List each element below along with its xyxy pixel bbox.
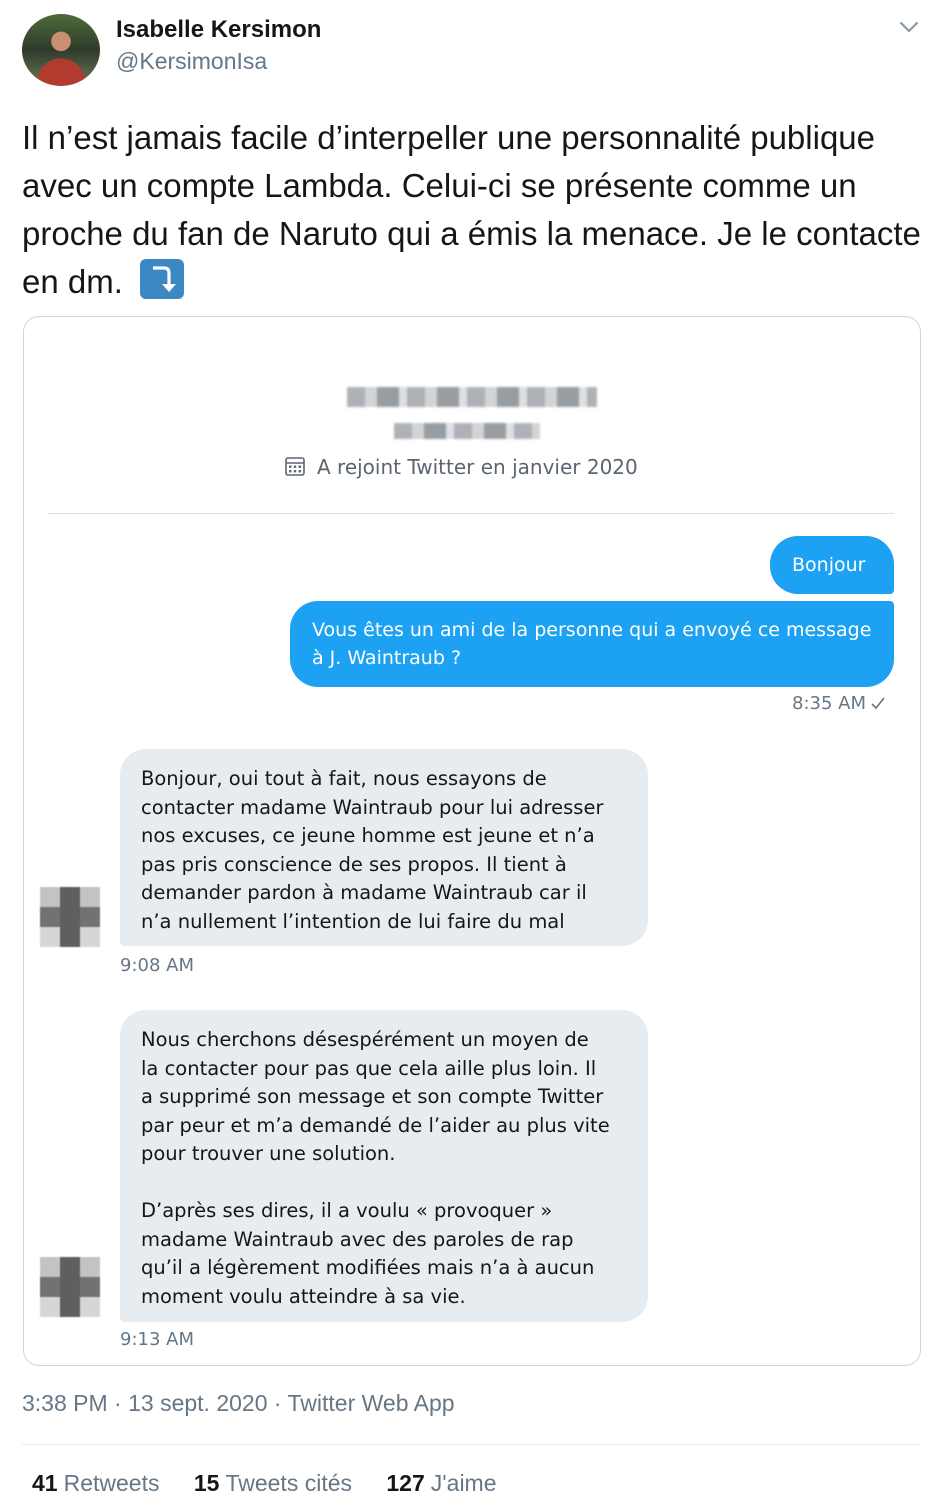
engagement-stats: 41 Retweets 15 Tweets cités 127 J'aime bbox=[32, 1470, 525, 1497]
likes-stat[interactable]: 127 J'aime bbox=[386, 1470, 496, 1497]
divider bbox=[22, 1444, 920, 1445]
message-out-text: Bonjour bbox=[792, 554, 866, 576]
retweets-stat[interactable]: 41 Retweets bbox=[32, 1470, 159, 1497]
joined-date: A rejoint Twitter en janvier 2020 bbox=[317, 455, 638, 479]
message-time: 8:35 AM bbox=[792, 693, 886, 714]
retweets-label: Retweets bbox=[63, 1470, 160, 1496]
blurred-name bbox=[347, 387, 597, 407]
tweet-meta[interactable]: 3:38 PM · 13 sept. 2020 · Twitter Web Ap… bbox=[22, 1390, 455, 1417]
message-time: 9:08 AM bbox=[120, 955, 194, 976]
chevron-down-icon[interactable] bbox=[896, 14, 922, 40]
calendar-icon bbox=[285, 457, 305, 476]
author-handle[interactable]: @KersimonIsa bbox=[116, 48, 267, 75]
message-time-text: 8:35 AM bbox=[792, 693, 866, 714]
check-icon bbox=[871, 697, 885, 710]
quotes-count: 15 bbox=[193, 1470, 220, 1496]
attached-image[interactable]: A rejoint Twitter en janvier 2020 Bonjou… bbox=[23, 316, 921, 1366]
retweets-count: 41 bbox=[32, 1470, 58, 1496]
right-arrow-curving-down-icon bbox=[140, 259, 185, 299]
blurred-avatar bbox=[40, 1257, 100, 1317]
message-in-text: Bonjour, oui tout à fait, nous essayons … bbox=[141, 767, 604, 933]
author-avatar[interactable] bbox=[22, 14, 100, 86]
tweet-text: Il n’est jamais facile d’interpeller une… bbox=[22, 114, 927, 306]
message-in: Nous cherchons désespérément un moyen de… bbox=[120, 1010, 648, 1322]
message-in: Bonjour, oui tout à fait, nous essayons … bbox=[120, 749, 648, 946]
message-out: Vous êtes un ami de la personne qui a en… bbox=[290, 601, 894, 687]
blurred-handle bbox=[394, 423, 540, 439]
author-name[interactable]: Isabelle Kersimon bbox=[116, 16, 321, 44]
likes-count: 127 bbox=[386, 1470, 425, 1496]
blurred-avatar bbox=[40, 887, 100, 947]
likes-label: J'aime bbox=[430, 1470, 497, 1496]
message-out: Bonjour bbox=[770, 536, 894, 594]
message-out-text: Vous êtes un ami de la personne qui a en… bbox=[312, 619, 872, 669]
quotes-label: Tweets cités bbox=[225, 1470, 352, 1496]
quote-tweets-stat[interactable]: 15 Tweets cités bbox=[194, 1470, 352, 1497]
message-time: 9:13 AM bbox=[120, 1329, 194, 1350]
message-in-text: Nous cherchons désespérément un moyen de… bbox=[141, 1028, 610, 1308]
divider bbox=[48, 513, 894, 514]
